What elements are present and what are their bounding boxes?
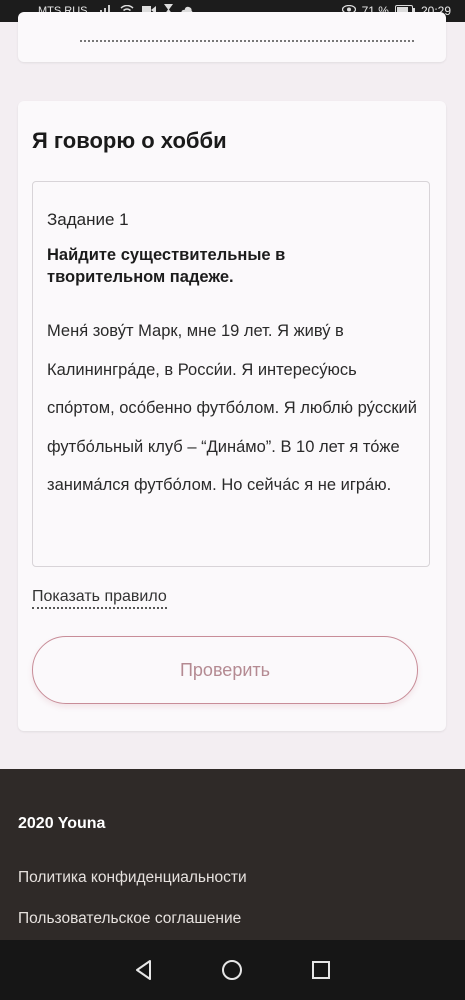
user-agreement-link[interactable]: Пользовательское соглашение — [18, 910, 241, 928]
card-title: Я говорю о хобби — [32, 128, 227, 153]
recents-icon[interactable] — [307, 956, 335, 984]
dotted-link-underline — [80, 40, 414, 42]
back-icon[interactable] — [130, 956, 158, 984]
footer-brand: 2020 Youna — [18, 815, 106, 832]
exercise-card: Я говорю о хобби Задание 1 Найдите сущес… — [18, 101, 446, 731]
previous-card — [18, 12, 446, 62]
footer: 2020 Youna Политика конфиденциальности П… — [0, 769, 465, 940]
task-number: Задание 1 — [47, 210, 129, 229]
task-text[interactable]: Меня́ зову́т Марк, мне 19 лет. Я живу́ в… — [47, 312, 417, 505]
privacy-policy-link[interactable]: Политика конфиденциальности — [18, 869, 247, 887]
task-instruction: Найдите существительные в творительном п… — [47, 246, 286, 286]
navigation-bar — [0, 940, 465, 1000]
show-rule-link[interactable]: Показать правило — [32, 588, 167, 609]
home-icon[interactable] — [218, 956, 246, 984]
check-button[interactable]: Проверить — [32, 636, 418, 704]
task-box: Задание 1 Найдите существительные в твор… — [32, 181, 430, 567]
